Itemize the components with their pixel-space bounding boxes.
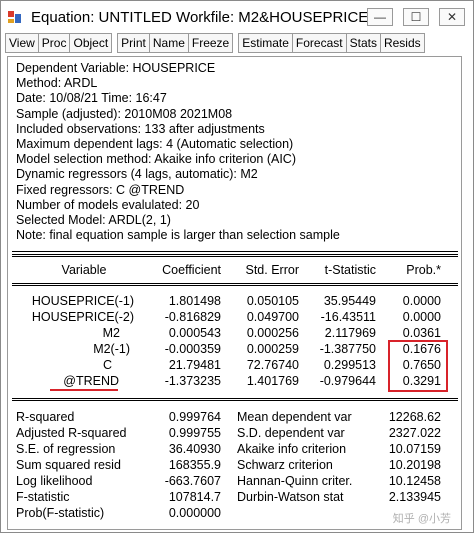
- col-header-variable: Variable: [61, 263, 107, 277]
- stat-label: Sum squared resid: [16, 458, 121, 472]
- header-line: Model selection method: Akaike info crit…: [16, 152, 296, 167]
- row-std-error: 0.000259: [246, 342, 299, 356]
- col-header-prob: Prob.*: [406, 263, 441, 277]
- row-coefficient: -0.816829: [164, 310, 221, 324]
- header-line: Dynamic regressors (4 lags, automatic): …: [16, 167, 258, 182]
- coef-table-bottom-rule: [12, 398, 458, 401]
- stat-value: 168355.9: [168, 458, 221, 472]
- object-button[interactable]: Object: [69, 33, 113, 53]
- stat-label: Hannan-Quinn criter.: [237, 474, 353, 488]
- header-line: Fixed regressors: C @TREND: [16, 182, 185, 197]
- stats-button[interactable]: Stats: [345, 33, 381, 53]
- stat-label: Mean dependent var: [237, 410, 352, 424]
- prob-highlight-box: [388, 340, 448, 392]
- row-variable: HOUSEPRICE(-2): [31, 310, 134, 324]
- row-prob: 0.0361: [402, 326, 441, 340]
- stat-value: 10.07159: [388, 442, 441, 456]
- row-coefficient: 0.000543: [168, 326, 221, 340]
- stat-value: 0.000000: [168, 506, 221, 520]
- maximize-button[interactable]: ☐: [403, 8, 429, 26]
- stat-value: 2327.022: [388, 426, 441, 440]
- window-title: Equation: UNTITLED Workfile: M2&HOUSEPRI…: [31, 8, 381, 26]
- col-header-std-error: Std. Error: [245, 263, 300, 277]
- title-bar[interactable]: Equation: UNTITLED Workfile: M2&HOUSEPRI…: [1, 1, 473, 33]
- stat-value: 12268.62: [388, 410, 441, 424]
- stat-value: 36.40930: [168, 442, 221, 456]
- stat-label: Akaike info criterion: [237, 442, 347, 456]
- col-header-coefficient: Coefficient: [162, 263, 221, 277]
- row-t-statistic: -1.387750: [319, 342, 376, 356]
- proc-button[interactable]: Proc: [37, 33, 71, 53]
- equation-window: Equation: UNTITLED Workfile: M2&HOUSEPRI…: [0, 0, 474, 533]
- stat-label: S.E. of regression: [16, 442, 116, 456]
- header-line: Dependent Variable: HOUSEPRICE: [16, 61, 216, 75]
- row-std-error: 1.401769: [246, 374, 299, 388]
- row-t-statistic: -0.979644: [319, 374, 376, 388]
- row-t-statistic: -16.43511: [320, 310, 376, 324]
- header-line: Selected Model: ARDL(2, 1): [16, 213, 171, 228]
- row-std-error: 72.76740: [246, 358, 299, 372]
- stat-value: 10.12458: [388, 474, 441, 488]
- header-line: Included observations: 133 after adjustm…: [16, 121, 265, 136]
- resids-button[interactable]: Resids: [379, 33, 425, 53]
- row-coefficient: -0.000359: [164, 342, 221, 356]
- forecast-button[interactable]: Forecast: [291, 33, 347, 53]
- minimize-button[interactable]: —: [367, 8, 393, 26]
- stat-label: Log likelihood: [16, 474, 93, 488]
- row-t-statistic: 0.299513: [323, 358, 376, 372]
- print-button[interactable]: Print: [117, 33, 150, 53]
- header-line: Number of models evalulated: 20: [16, 197, 200, 212]
- stat-value: 10.20198: [388, 458, 441, 472]
- row-variable: M2: [102, 326, 120, 340]
- row-prob: 0.0000: [402, 294, 441, 308]
- stat-value: -663.7607: [164, 474, 221, 488]
- watermark: 知乎 @小芳: [392, 513, 451, 525]
- row-coefficient: -1.373235: [164, 374, 221, 388]
- row-variable: @TREND: [63, 374, 119, 388]
- row-t-statistic: 35.95449: [323, 294, 376, 308]
- stat-label: Schwarz criterion: [237, 458, 333, 472]
- trend-underline: [50, 389, 118, 391]
- table-top-rule-double: [12, 254, 458, 257]
- row-variable: HOUSEPRICE(-1): [31, 294, 134, 308]
- view-button[interactable]: View: [5, 33, 39, 53]
- stat-label: F-statistic: [16, 490, 70, 504]
- row-variable: C: [102, 358, 112, 372]
- estimation-header: Dependent Variable: HOUSEPRICE Method: A…: [16, 61, 340, 243]
- stat-label: Prob(F-statistic): [16, 506, 105, 520]
- stat-value: 0.999755: [168, 426, 221, 440]
- row-std-error: 0.049700: [246, 310, 299, 324]
- header-line: Method: ARDL: [16, 76, 98, 91]
- stat-value: 107814.7: [168, 490, 221, 504]
- stat-label: R-squared: [16, 410, 75, 424]
- row-coefficient: 21.79481: [168, 358, 221, 372]
- table-top-rule: [12, 251, 458, 252]
- freeze-button[interactable]: Freeze: [187, 33, 234, 53]
- stat-value: 2.133945: [388, 490, 441, 504]
- toolbar: View Proc Object Print Name Freeze Estim…: [5, 33, 425, 53]
- stat-label: S.D. dependent var: [237, 426, 345, 440]
- row-std-error: 0.000256: [246, 326, 299, 340]
- row-coefficient: 1.801498: [168, 294, 221, 308]
- output-pane[interactable]: Dependent Variable: HOUSEPRICE Method: A…: [7, 56, 462, 530]
- row-std-error: 0.050105: [246, 294, 299, 308]
- stat-value: 0.999764: [168, 410, 221, 424]
- header-line: Maximum dependent lags: 4 (Automatic sel…: [16, 137, 294, 152]
- header-line: Note: final equation sample is larger th…: [16, 228, 340, 243]
- row-t-statistic: 2.117969: [324, 326, 376, 340]
- col-header-t-statistic: t-Statistic: [324, 263, 376, 277]
- stat-label: Durbin-Watson stat: [237, 490, 344, 504]
- stat-label: Adjusted R-squared: [16, 426, 127, 440]
- estimate-button[interactable]: Estimate: [238, 33, 293, 53]
- eviews-app-icon: [7, 9, 25, 25]
- header-line: Sample (adjusted): 2010M08 2021M08: [16, 106, 233, 121]
- close-button[interactable]: ✕: [439, 8, 465, 26]
- table-header-rule: [12, 283, 458, 286]
- header-line: Date: 10/08/21 Time: 16:47: [16, 91, 167, 106]
- row-prob: 0.0000: [402, 310, 441, 324]
- name-button[interactable]: Name: [148, 33, 189, 53]
- row-variable: M2(-1): [93, 342, 130, 356]
